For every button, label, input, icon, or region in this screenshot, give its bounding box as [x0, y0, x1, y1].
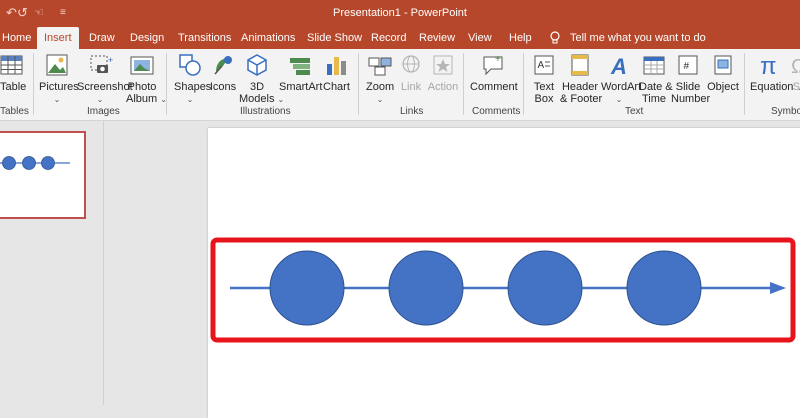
chart-button[interactable]: Chart [323, 52, 349, 93]
comment-button[interactable]: + Comment [470, 52, 516, 93]
shapes-icon [177, 52, 203, 78]
chevron-down-icon: ⌄ [377, 95, 384, 104]
calendar-icon [641, 52, 667, 78]
symbol-button[interactable]: Ω Sy [789, 52, 800, 93]
chevron-down-icon: ⌄ [97, 95, 104, 104]
date-time-button[interactable]: Date & Time [639, 52, 669, 105]
group-label-links: Links [400, 106, 423, 117]
svg-text:A: A [610, 54, 627, 78]
screenshot-icon: + [87, 52, 113, 78]
group-divider [463, 53, 464, 115]
svg-text:+: + [108, 55, 113, 65]
chevron-down-icon: ⌄ [278, 95, 285, 104]
cube-icon [244, 52, 270, 78]
header-footer-button[interactable]: Header & Footer [560, 52, 600, 105]
zoom-icon [367, 52, 393, 78]
wordart-icon: A [606, 52, 632, 78]
tab-home[interactable]: Home [2, 27, 31, 49]
pi-equation-icon: π [757, 52, 783, 78]
text-box-button[interactable]: A Text Box [530, 52, 558, 105]
group-label-images: Images [87, 106, 120, 117]
tab-view[interactable]: View [468, 27, 492, 49]
group-divider [166, 53, 167, 115]
comment-icon: + [480, 52, 506, 78]
chevron-down-icon: ⌄ [616, 95, 623, 104]
slide-thumbnail[interactable] [0, 131, 86, 219]
table-button[interactable]: Table [0, 52, 24, 93]
group-label-illustrations: Illustrations [240, 106, 291, 117]
svg-text:+: + [495, 54, 501, 65]
ribbon-tabs: Home Insert Draw Design Transitions Anim… [0, 27, 800, 49]
window-title: Presentation1 - PowerPoint [0, 7, 800, 19]
chart-icon [323, 52, 349, 78]
shapes-button[interactable]: Shapes ⌄ [174, 52, 206, 106]
tab-transitions[interactable]: Transitions [178, 27, 231, 49]
pictures-button[interactable]: Pictures ⌄ [39, 52, 75, 106]
group-divider [744, 53, 745, 115]
svg-text:#: # [684, 61, 690, 72]
ribbon: Table Tables Pictures ⌄ + Screenshot ⌄ P… [0, 49, 800, 121]
icons-icon [210, 52, 236, 78]
slide-canvas[interactable] [208, 128, 800, 418]
group-label-symbols: Symbol [771, 106, 800, 117]
group-label-tables: Tables [0, 106, 29, 117]
link-button[interactable]: Link [399, 52, 423, 93]
title-bar: ↶ ↺ ☜ ≡ Presentation1 - PowerPoint [0, 0, 800, 27]
svg-text:π: π [760, 53, 777, 78]
tab-record[interactable]: Record [371, 27, 406, 49]
zoom-button[interactable]: Zoom ⌄ [366, 52, 394, 106]
table-icon [0, 52, 24, 78]
thumbnail-preview [0, 133, 84, 217]
svg-text:Ω: Ω [791, 56, 800, 78]
header-footer-icon [567, 52, 593, 78]
smartart-icon [287, 52, 313, 78]
group-label-text: Text [625, 106, 643, 117]
tab-help[interactable]: Help [509, 27, 532, 49]
slide-number-icon: # [675, 52, 701, 78]
object-button[interactable]: Object [707, 52, 739, 93]
tab-insert[interactable]: Insert [37, 27, 79, 49]
group-divider [358, 53, 359, 115]
pictures-icon [44, 52, 70, 78]
action-button[interactable]: Action [427, 52, 459, 93]
chevron-down-icon: ⌄ [54, 95, 61, 104]
icons-button[interactable]: Icons [209, 52, 237, 93]
star-action-icon [430, 52, 456, 78]
tab-slide-show[interactable]: Slide Show [307, 27, 362, 49]
object-icon [710, 52, 736, 78]
lightbulb-icon[interactable] [549, 27, 561, 49]
3d-models-button[interactable]: 3D Models ⌄ [239, 52, 275, 106]
slide-number-button[interactable]: # Slide Number [671, 52, 705, 105]
tab-review[interactable]: Review [419, 27, 455, 49]
tab-draw[interactable]: Draw [89, 27, 115, 49]
text-box-icon: A [531, 52, 557, 78]
tab-design[interactable]: Design [130, 27, 164, 49]
smartart-button[interactable]: SmartArt [279, 52, 321, 93]
screenshot-button[interactable]: + Screenshot ⌄ [77, 52, 123, 106]
group-divider [523, 53, 524, 115]
svg-text:A: A [538, 60, 545, 71]
globe-link-icon [399, 52, 425, 78]
tell-me-search[interactable]: Tell me what you want to do [570, 27, 706, 49]
group-label-comments: Comments [472, 106, 520, 117]
photo-album-button[interactable]: Photo Album ⌄ [126, 52, 158, 106]
equation-button[interactable]: π Equation ⌄ [750, 52, 790, 94]
slide-thumbnail-pane [0, 121, 104, 405]
photo-album-icon [129, 52, 155, 78]
tab-animations[interactable]: Animations [241, 27, 295, 49]
chevron-down-icon: ⌄ [187, 95, 194, 104]
omega-symbol-icon: Ω [789, 52, 800, 78]
group-divider [33, 53, 34, 115]
wordart-button[interactable]: A WordArt ⌄ [601, 52, 637, 106]
